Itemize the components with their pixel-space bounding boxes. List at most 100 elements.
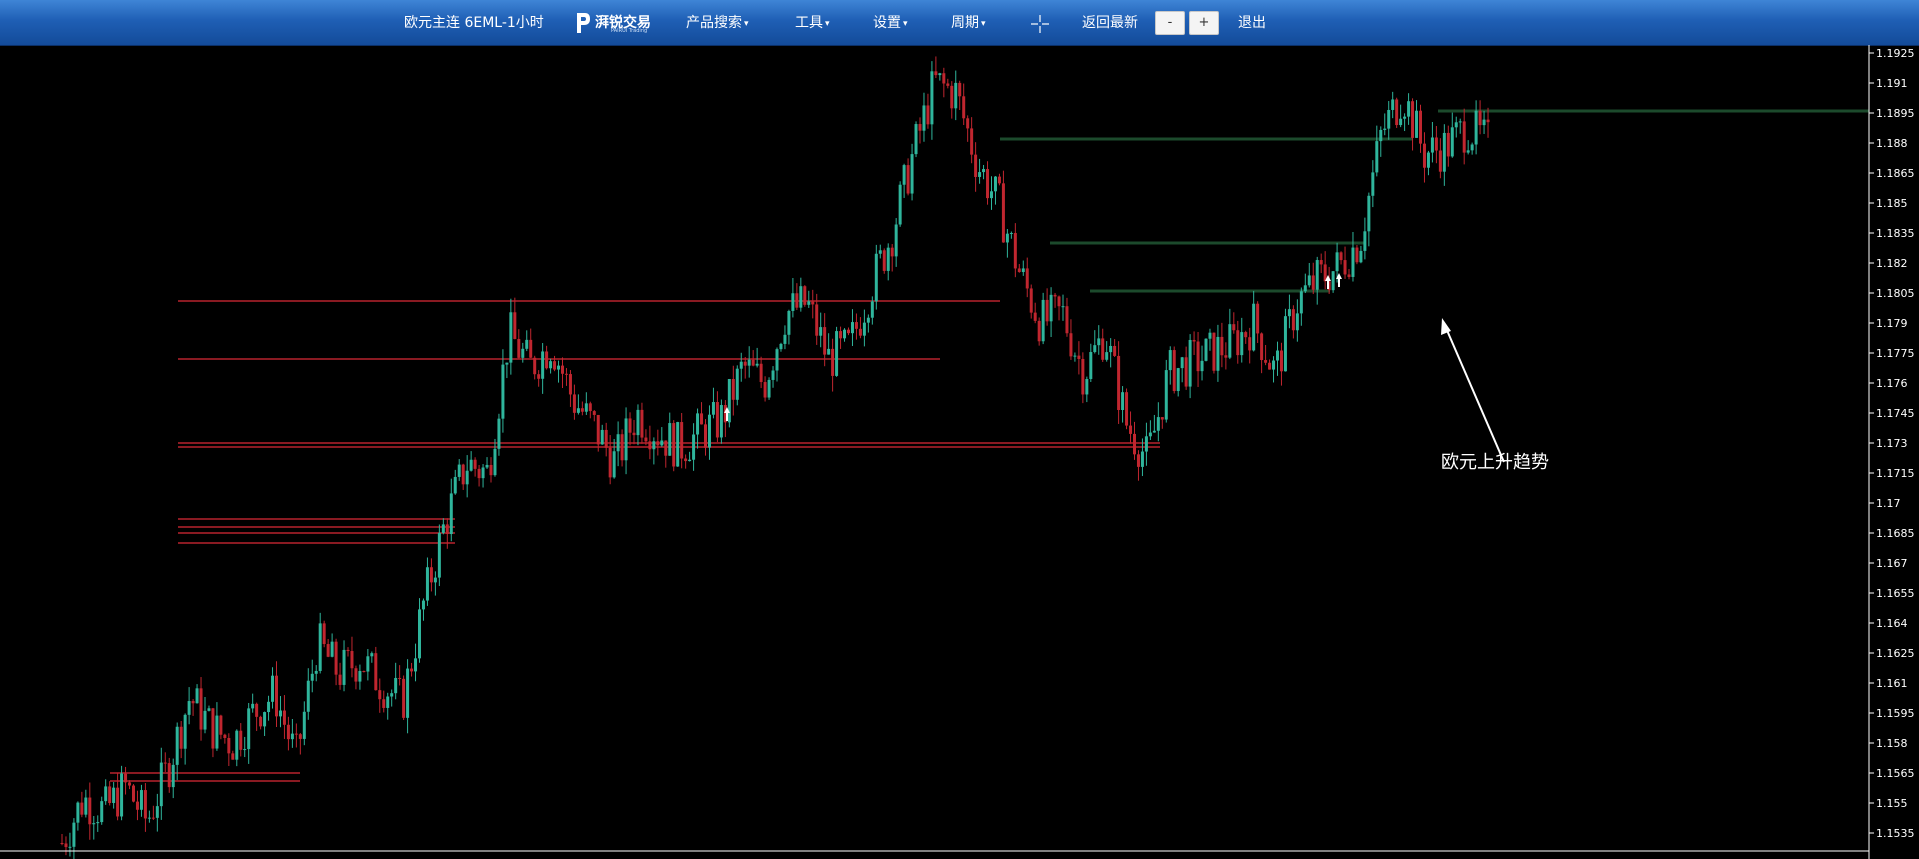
candle-body (1458, 121, 1462, 123)
candle-body (684, 458, 688, 462)
candle-body (1367, 195, 1371, 232)
candle-body (1359, 250, 1363, 263)
candle-body (191, 701, 195, 704)
candle-body (862, 322, 866, 336)
menu-period[interactable]: 周期 ▾ (951, 0, 986, 45)
candle-body (1272, 360, 1276, 370)
back-to-latest-button[interactable]: 返回最新 (1082, 0, 1138, 45)
price-tick-label: 1.1805 (1876, 287, 1915, 300)
candle-body (1395, 99, 1399, 126)
zoom-in-button[interactable]: + (1189, 11, 1219, 35)
candle-body (120, 773, 124, 817)
candle-body (1184, 357, 1188, 387)
candle-body (1387, 109, 1391, 129)
candle-body (219, 715, 223, 735)
price-tick-label: 1.173 (1876, 437, 1908, 450)
candle-body (167, 763, 171, 788)
candle-body (128, 782, 132, 786)
menu-product-search-label: 产品搜索 (686, 15, 742, 31)
candle-body (421, 600, 425, 610)
crosshair-icon[interactable] (1030, 14, 1050, 34)
candle-body (1001, 183, 1005, 243)
candle-body (1089, 352, 1093, 379)
candle-body (493, 448, 497, 476)
candle-body (290, 733, 294, 740)
price-tick-label: 1.1715 (1876, 467, 1915, 480)
candle-body (910, 154, 914, 194)
candle-body (1268, 362, 1272, 370)
candle-body (267, 701, 271, 713)
candle-body (799, 286, 803, 308)
candle-body (1172, 350, 1176, 392)
price-tick-label: 1.1685 (1876, 527, 1915, 540)
candle-body (886, 247, 890, 271)
price-tick-label: 1.158 (1876, 737, 1908, 750)
candle-body (1164, 370, 1168, 420)
price-chart[interactable]: 1.1925 1.191 1.1895 1.188 1.1865 1.185 1.1835 1… (0, 45, 1919, 859)
menu-settings[interactable]: 设置 ▾ (873, 0, 908, 45)
candle-body (751, 359, 755, 366)
candle-body (1093, 345, 1097, 353)
candle-body (533, 357, 537, 375)
candle-body (477, 468, 481, 479)
candle-body (406, 668, 410, 718)
candle-body (648, 441, 652, 450)
price-tick-label: 1.1625 (1876, 647, 1915, 660)
candle-body (545, 351, 549, 369)
price-tick-label: 1.17 (1876, 497, 1901, 510)
candle-body (231, 753, 235, 760)
candle-body (930, 71, 934, 125)
candle-body (255, 703, 259, 717)
candle-body (513, 312, 517, 340)
candle-body (410, 668, 414, 672)
candle-body (1375, 141, 1379, 173)
candle-body (664, 440, 668, 456)
menu-product-search[interactable]: 产品搜索 ▾ (686, 0, 749, 45)
candle-body (839, 331, 843, 339)
candle-body (402, 678, 406, 718)
price-tick-label: 1.188 (1876, 137, 1908, 150)
candle-body (398, 677, 402, 679)
price-tick-label: 1.1775 (1876, 347, 1915, 360)
caret-down-icon: ▾ (825, 19, 830, 29)
candle-body (1208, 332, 1212, 339)
candle-body (811, 301, 815, 305)
candle-body (866, 317, 870, 323)
candle-body (537, 374, 541, 379)
candle-body (1188, 339, 1192, 387)
candle-body (719, 405, 723, 438)
candle-body (1009, 233, 1013, 235)
candle-body (652, 441, 656, 450)
candle-body (970, 128, 974, 155)
candle-body (326, 644, 330, 657)
candle-body (1025, 268, 1029, 289)
candle-body (199, 688, 203, 730)
candle-body (1399, 118, 1403, 126)
candle-body (159, 762, 163, 807)
candle-body (239, 730, 243, 750)
candle-body (1351, 247, 1355, 277)
candle-body (954, 82, 958, 109)
candle-body (731, 379, 735, 400)
candle-body (1335, 252, 1339, 272)
candle-body (640, 409, 644, 438)
candle-body (541, 351, 545, 379)
candle-body (1077, 355, 1081, 359)
candle-body (656, 441, 660, 446)
candle-body (100, 801, 104, 823)
candle-body (1053, 294, 1057, 297)
candle-body (763, 382, 767, 398)
candle-body (926, 105, 930, 125)
candle-body (259, 716, 263, 727)
menu-period-label: 周期 (951, 15, 979, 31)
zoom-out-button[interactable]: - (1155, 11, 1185, 35)
candle-body (1224, 355, 1228, 358)
candle-body (707, 414, 711, 448)
candle-body (469, 459, 473, 471)
candle-body (112, 787, 116, 803)
candle-body (1256, 303, 1260, 334)
menu-tools[interactable]: 工具 ▾ (795, 0, 830, 45)
logout-button[interactable]: 退出 (1238, 0, 1266, 45)
candle-body (116, 787, 120, 817)
candle-body (497, 418, 501, 449)
